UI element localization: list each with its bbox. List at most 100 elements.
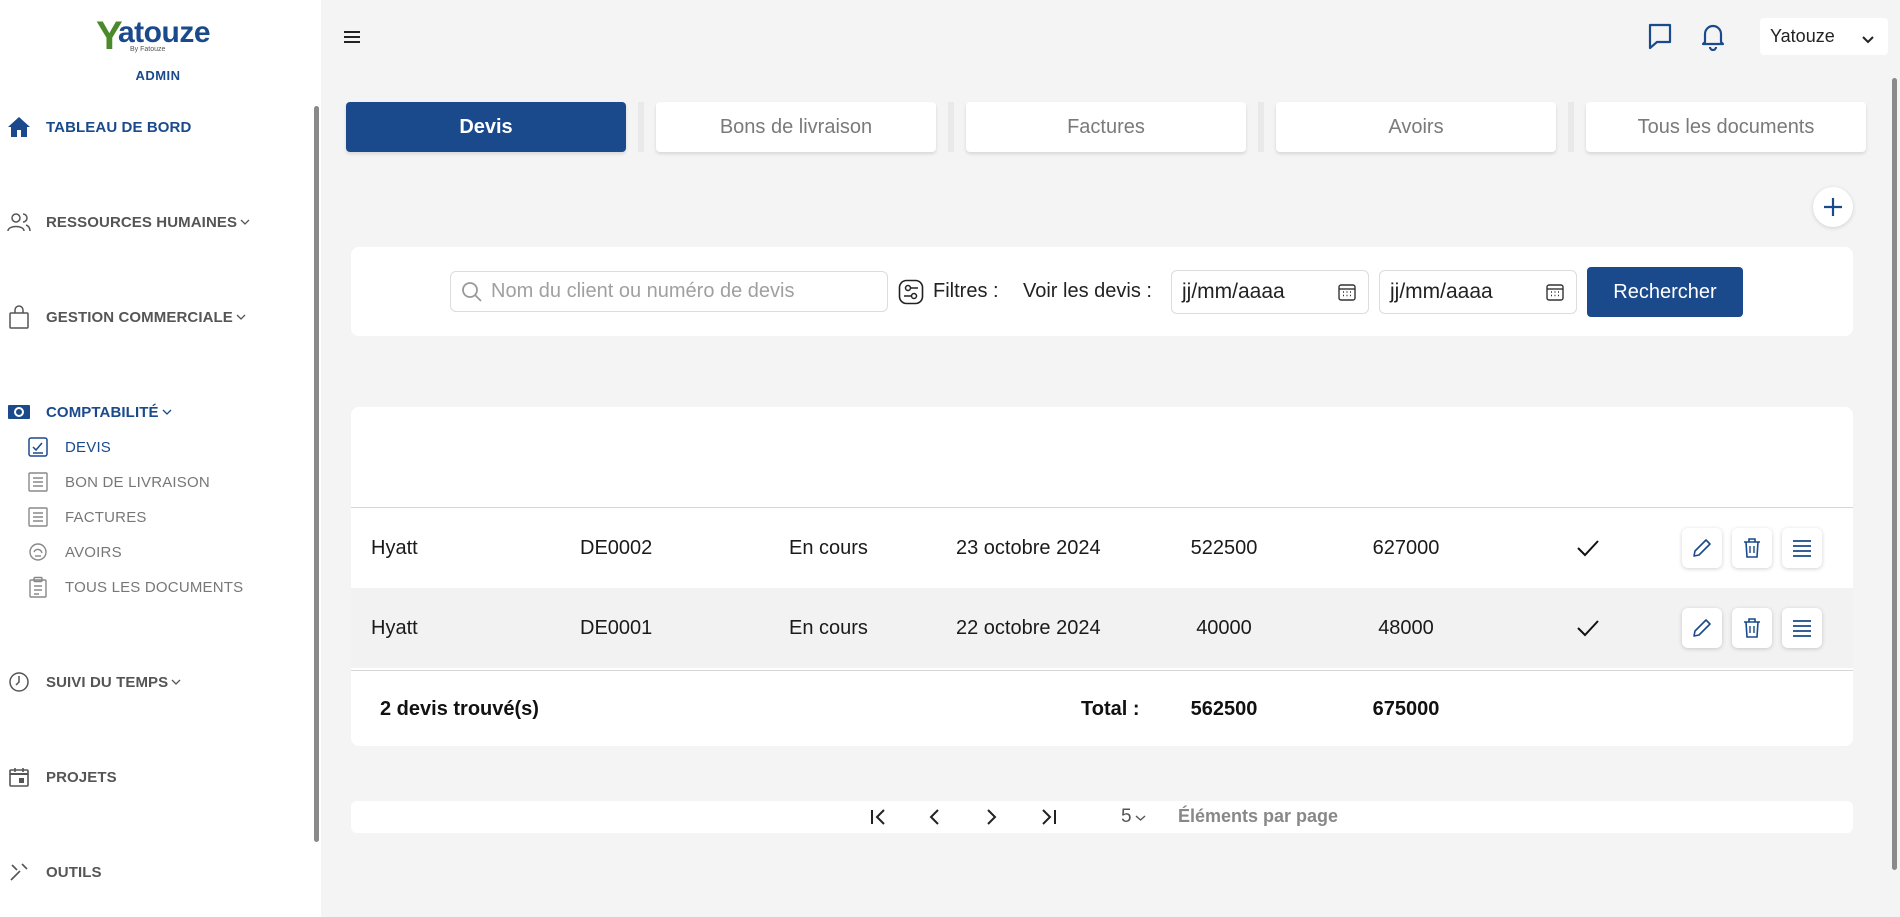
tab-separator xyxy=(948,102,954,152)
messages-button[interactable] xyxy=(1645,20,1675,52)
sidebar-subitem-label: DEVIS xyxy=(65,438,112,456)
tab-avoirs[interactable]: Avoirs xyxy=(1276,102,1556,152)
page-size-value: 5 xyxy=(1121,806,1132,827)
sidebar-subitem-avoirs[interactable]: AVOIRS xyxy=(26,539,122,565)
pencil-icon xyxy=(1693,619,1711,637)
chevron-right-icon xyxy=(987,809,997,825)
sidebar-item-comptabilite[interactable]: COMPTABILITÉ xyxy=(0,397,172,427)
date-to-input[interactable]: jj/mm/aaaa xyxy=(1379,270,1577,314)
check-icon xyxy=(1576,508,1600,588)
filters-label: Filtres : xyxy=(933,280,999,302)
sidebar-subitem-factures[interactable]: FACTURES xyxy=(26,504,147,530)
chevron-down-icon xyxy=(171,678,181,686)
sidebar-item-label: SUIVI DU TEMPS xyxy=(46,673,169,691)
total-label: Total : xyxy=(1081,697,1140,720)
sidebar-subitem-tous-les-documents[interactable]: TOUS LES DOCUMENTS xyxy=(26,574,243,600)
chat-icon xyxy=(1648,23,1672,50)
details-button[interactable] xyxy=(1782,608,1822,648)
filter-settings-icon xyxy=(898,279,924,305)
sidebar-item-gestion-commerciale[interactable]: GESTION COMMERCIALE xyxy=(0,302,246,332)
check-icon xyxy=(1576,588,1600,668)
sidebar-item-label: OUTILS xyxy=(46,863,102,881)
date-to-placeholder: jj/mm/aaaa xyxy=(1390,280,1493,303)
role-label: ADMIN xyxy=(135,68,181,83)
edit-button[interactable] xyxy=(1682,528,1722,568)
calendar-icon[interactable] xyxy=(1546,283,1564,307)
cell-amount-ht: 40000 xyxy=(1196,616,1252,639)
sidebar-subitem-bon-de-livraison[interactable]: BON DE LIVRAISON xyxy=(26,469,210,495)
delete-button[interactable] xyxy=(1732,608,1772,648)
sidebar: Y atouze By Fatouze ADMIN TABLEAU DE BOR… xyxy=(0,0,321,917)
document-icon xyxy=(26,470,50,494)
brand-logo[interactable]: Y atouze By Fatouze xyxy=(96,14,226,58)
result-count: 2 devis trouvé(s) xyxy=(380,697,539,720)
sidebar-item-label: GESTION COMMERCIALE xyxy=(46,308,233,326)
tab-separator xyxy=(1568,102,1574,152)
cash-icon xyxy=(7,400,31,424)
tab-factures[interactable]: Factures xyxy=(966,102,1246,152)
sidebar-scrollbar[interactable] xyxy=(314,106,319,842)
trash-icon xyxy=(1744,618,1760,638)
sidebar-item-tableau-de-bord[interactable]: TABLEAU DE BORD xyxy=(0,112,191,142)
sidebar-item-projets[interactable]: PROJETS xyxy=(0,762,117,792)
table-row[interactable]: Hyatt DE0002 En cours 23 octobre 2024 52… xyxy=(351,508,1853,588)
calendar-icon[interactable] xyxy=(1338,283,1356,307)
trash-icon xyxy=(1744,538,1760,558)
users-icon xyxy=(7,210,31,234)
sidebar-subitem-label: FACTURES xyxy=(65,508,147,526)
first-page-button[interactable] xyxy=(867,805,891,829)
last-page-button[interactable] xyxy=(1036,805,1060,829)
user-menu-select[interactable]: Yatouze xyxy=(1760,18,1888,55)
tab-separator xyxy=(1258,102,1264,152)
search-field[interactable] xyxy=(450,271,888,312)
sidebar-item-label: PROJETS xyxy=(46,768,117,786)
table-footer: 2 devis trouvé(s) Total : 562500 675000 xyxy=(351,670,1853,746)
table-row[interactable]: Hyatt DE0001 En cours 22 octobre 2024 40… xyxy=(351,588,1853,668)
date-range-label: Voir les devis : xyxy=(1023,280,1152,302)
main-scrollbar[interactable] xyxy=(1892,78,1897,870)
cell-status: En cours xyxy=(789,616,868,639)
calendar-icon xyxy=(7,765,31,789)
sidebar-item-suivi-du-temps[interactable]: SUIVI DU TEMPS xyxy=(0,667,181,697)
cell-date: 22 octobre 2024 xyxy=(956,616,1101,639)
plus-icon xyxy=(1824,198,1842,216)
tab-devis[interactable]: Devis xyxy=(346,102,626,152)
page-size-select[interactable]: 5 xyxy=(1121,806,1146,828)
tab-bons-de-livraison[interactable]: Bons de livraison xyxy=(656,102,936,152)
next-page-button[interactable] xyxy=(979,805,1003,829)
clipboard-icon xyxy=(26,575,50,599)
search-button[interactable]: Rechercher xyxy=(1587,267,1743,317)
notifications-button[interactable] xyxy=(1698,20,1728,52)
cell-date: 23 octobre 2024 xyxy=(956,536,1101,559)
sidebar-subitem-label: TOUS LES DOCUMENTS xyxy=(65,578,244,596)
last-page-icon xyxy=(1042,809,1056,825)
date-from-input[interactable]: jj/mm/aaaa xyxy=(1171,270,1369,314)
sidebar-subitem-devis[interactable]: DEVIS xyxy=(26,434,111,460)
delete-button[interactable] xyxy=(1732,528,1772,568)
chevron-down-icon xyxy=(1135,806,1146,828)
home-icon xyxy=(7,115,31,139)
sidebar-item-ressources-humaines[interactable]: RESSOURCES HUMAINES xyxy=(0,207,250,237)
details-button[interactable] xyxy=(1782,528,1822,568)
previous-page-button[interactable] xyxy=(923,805,947,829)
date-from-placeholder: jj/mm/aaaa xyxy=(1182,280,1285,303)
page-size-label: Éléments par page xyxy=(1178,806,1339,826)
hamburger-icon xyxy=(344,31,360,43)
search-input[interactable] xyxy=(491,280,871,303)
tab-tous-les-documents[interactable]: Tous les documents xyxy=(1586,102,1866,152)
total-ttc: 675000 xyxy=(1372,697,1440,720)
table-header xyxy=(351,407,1853,508)
chevron-left-icon xyxy=(929,809,939,825)
sidebar-item-outils[interactable]: OUTILS xyxy=(0,857,102,887)
filter-button[interactable] xyxy=(898,279,924,305)
menu-toggle-button[interactable] xyxy=(341,26,363,48)
chevron-down-icon xyxy=(1862,29,1874,50)
clock-icon xyxy=(7,670,31,694)
list-icon xyxy=(1793,620,1811,637)
edit-button[interactable] xyxy=(1682,608,1722,648)
pencil-icon xyxy=(1693,539,1711,557)
add-devis-button[interactable] xyxy=(1813,187,1853,227)
cell-client: Hyatt xyxy=(371,536,418,559)
sidebar-subitem-label: AVOIRS xyxy=(65,543,122,561)
tab-separator xyxy=(638,102,644,152)
